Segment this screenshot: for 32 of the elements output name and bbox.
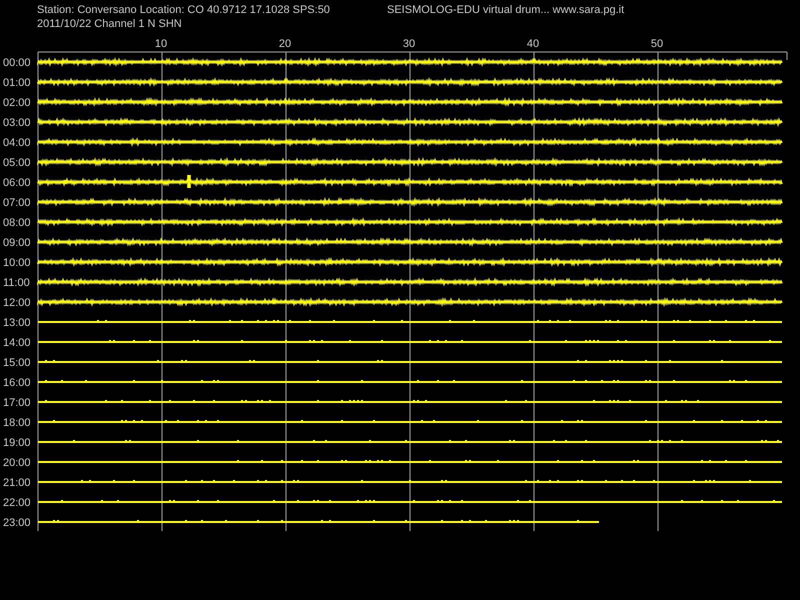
time-label: 06:00	[3, 177, 31, 189]
time-label: 10:00	[3, 257, 31, 269]
time-label: 21:00	[3, 477, 31, 489]
axis-label: 50	[650, 38, 664, 50]
station-info: Station: Conversano Location: CO 40.9712 17.1028 SPS:50	[37, 3, 331, 17]
time-label: 02:00	[3, 97, 31, 109]
time-label: 03:00	[3, 117, 31, 129]
time-label: 15:00	[3, 357, 31, 369]
axis-label: 10	[154, 38, 168, 50]
time-label: 09:00	[3, 237, 31, 249]
time-label: 01:00	[3, 77, 31, 89]
time-label: 17:00	[3, 397, 31, 409]
date-channel: 2011/10/22 Channel 1 N SHN	[37, 17, 183, 31]
axis-label: 20	[278, 38, 292, 50]
axis-label: 30	[402, 38, 416, 50]
axis-label: 40	[526, 38, 540, 50]
time-label: 19:00	[3, 437, 31, 449]
time-label: 05:00	[3, 157, 31, 169]
time-label: 04:00	[3, 137, 31, 149]
time-label: 07:00	[3, 197, 31, 209]
time-label: 13:00	[3, 317, 31, 329]
app-title: SEISMOLOG-EDU virtual drum... www.sara.pg.it	[387, 3, 626, 17]
time-label: 11:00	[3, 277, 30, 289]
time-label: 20:00	[3, 457, 31, 469]
time-label: 23:00	[3, 517, 31, 529]
time-label: 14:00	[3, 337, 31, 349]
time-label: 12:00	[3, 297, 31, 309]
time-label: 00:00	[3, 57, 31, 69]
time-label: 22:00	[3, 497, 31, 509]
time-label: 08:00	[3, 217, 31, 229]
time-label: 16:00	[3, 377, 31, 389]
time-label: 18:00	[3, 417, 31, 429]
